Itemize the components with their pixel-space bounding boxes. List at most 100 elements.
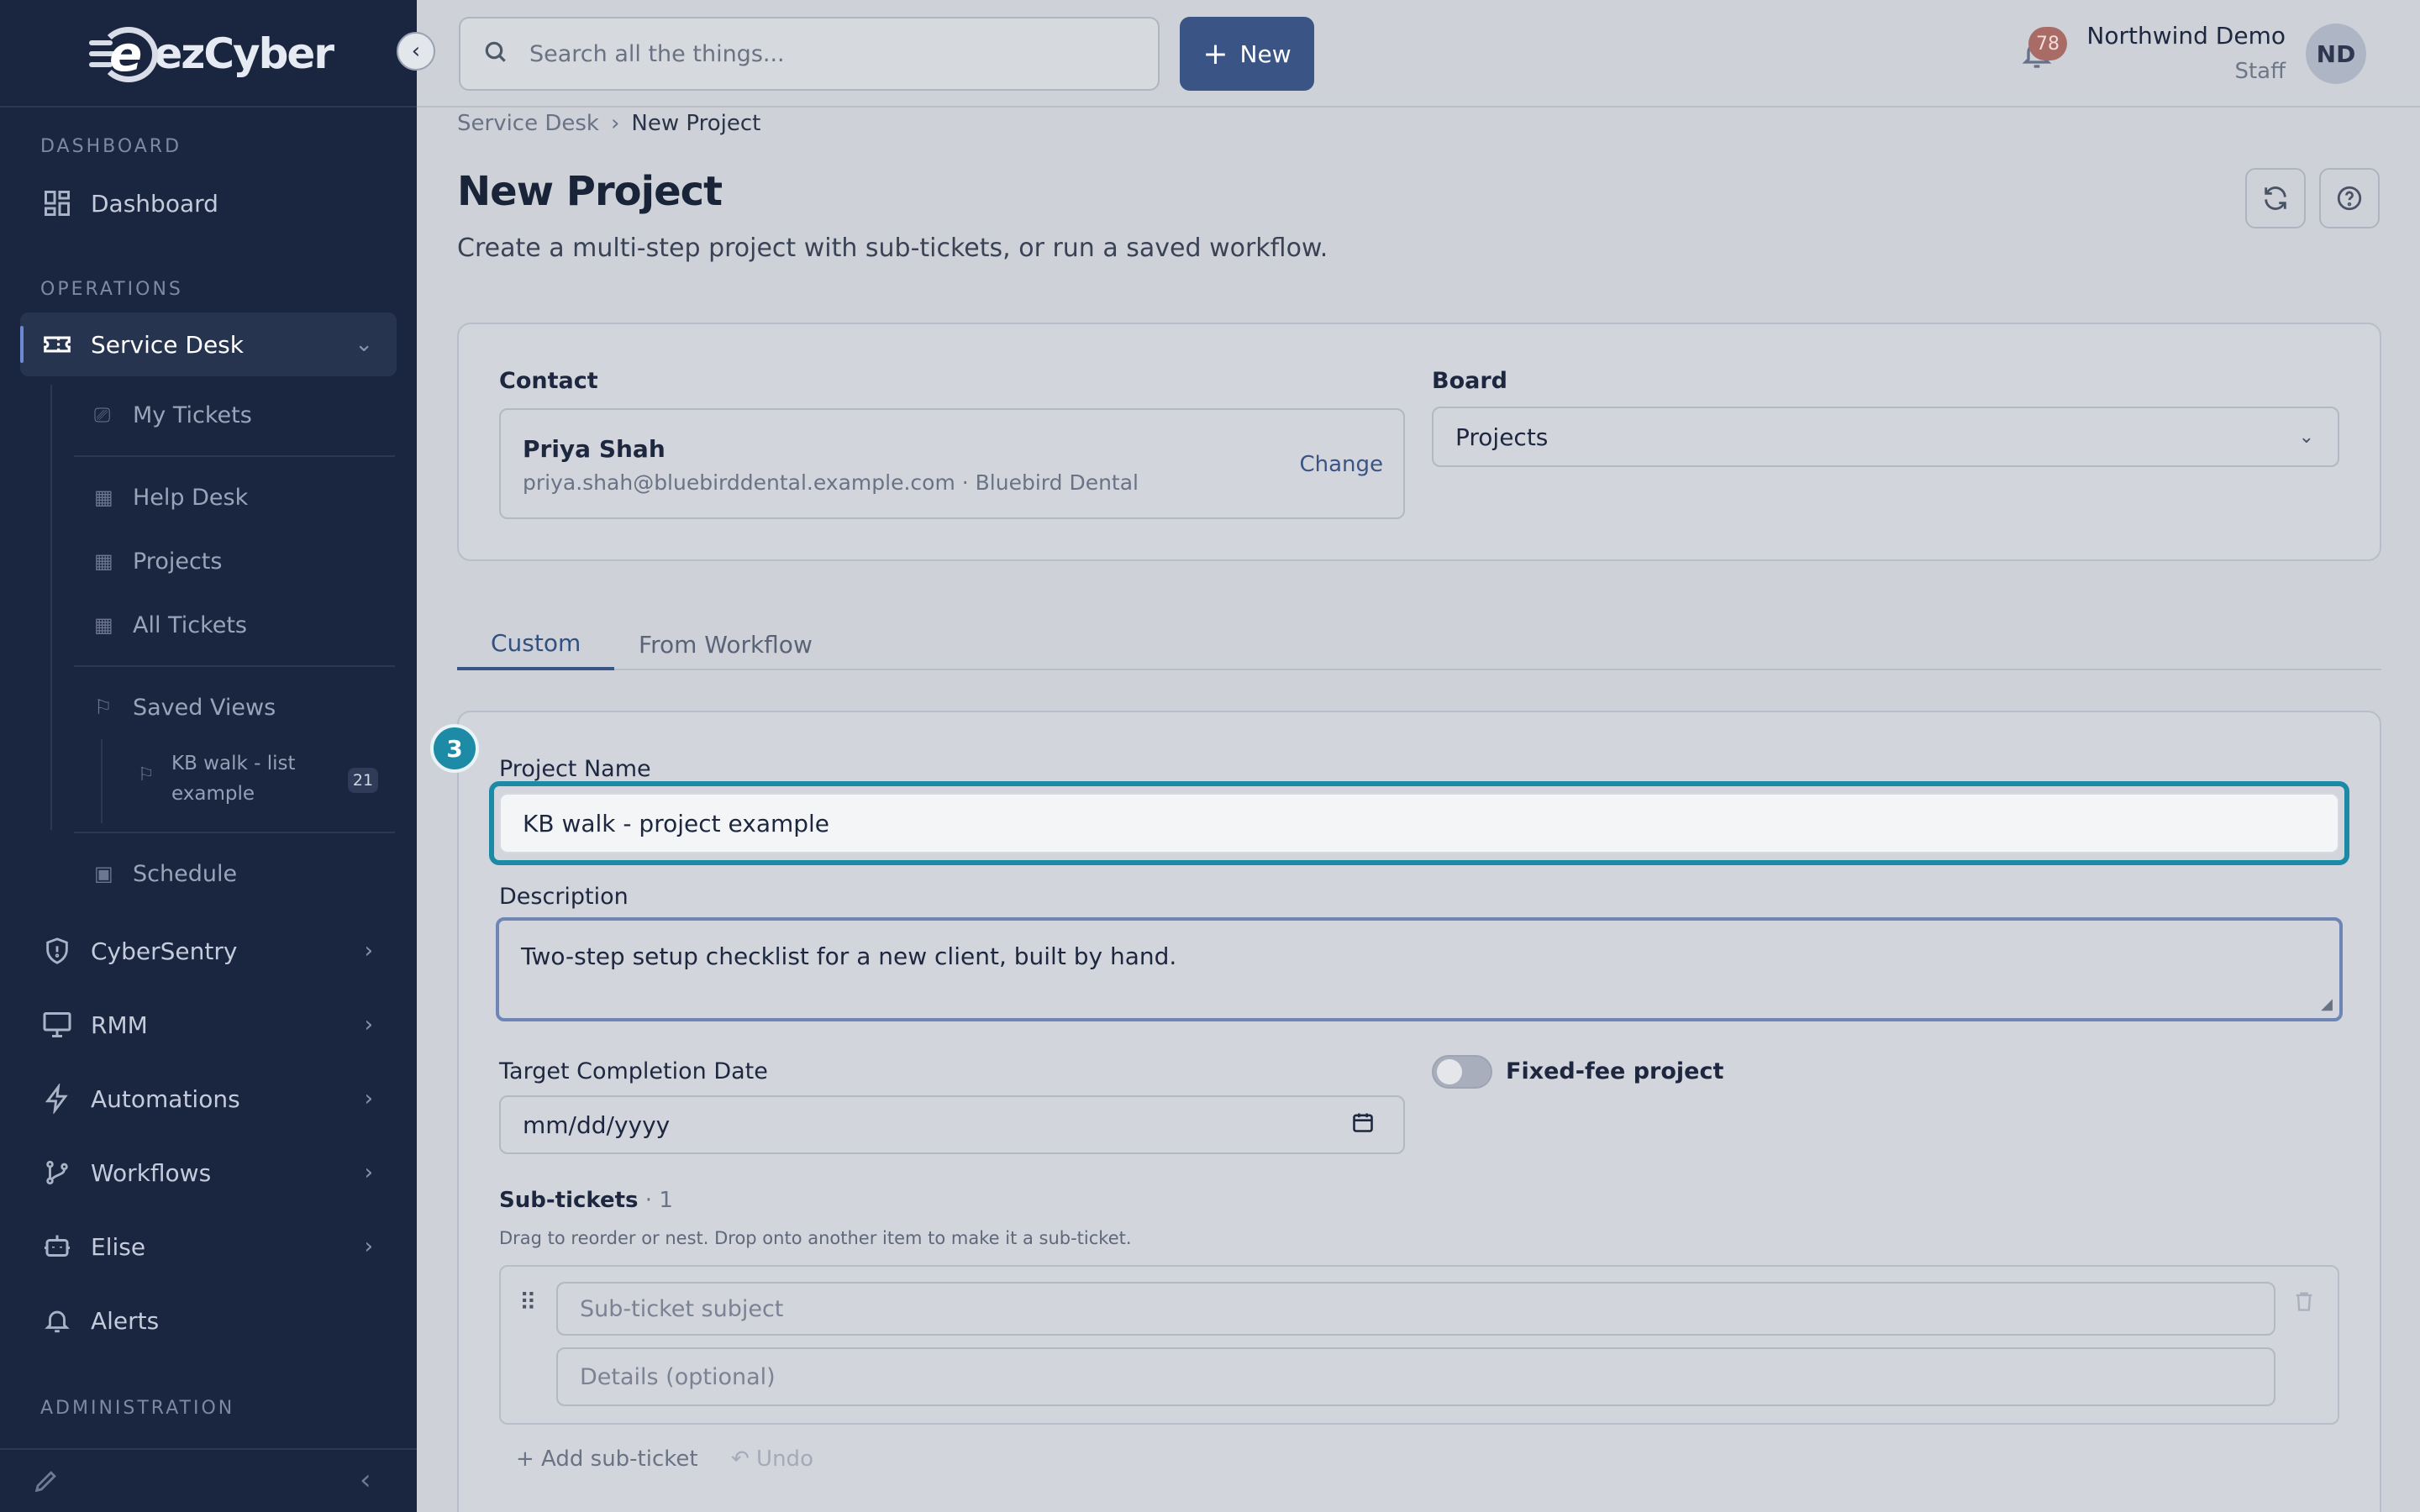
help-button[interactable]	[2319, 168, 2380, 228]
chevron-down-icon: ⌄	[355, 332, 373, 357]
plus-icon: +	[1202, 36, 1228, 71]
project-name-input[interactable]: KB walk - project example	[499, 793, 2339, 853]
bookmark-icon: ⚐	[94, 696, 113, 719]
board-selected-value: Projects	[1455, 423, 1549, 451]
sidebar-item-label: Workflows	[91, 1158, 212, 1187]
sidebar-item-rmm[interactable]: RMM ›	[20, 993, 397, 1057]
sidebar-item-service-desk[interactable]: Service Desk ⌄	[20, 312, 397, 376]
drag-handle-icon[interactable]: ⠿	[519, 1289, 537, 1316]
sidebar-item-label: Elise	[91, 1232, 146, 1261]
section-label-operations: OPERATIONS	[40, 279, 183, 300]
subtickets-count: · 1	[644, 1188, 673, 1213]
chevron-right-icon: ›	[364, 1160, 373, 1185]
subtickets-heading: Sub-tickets · 1	[499, 1188, 673, 1213]
subticket-details-input[interactable]: Details (optional)	[556, 1347, 2275, 1406]
grid-icon: ▦	[94, 486, 113, 509]
fixed-fee-toggle[interactable]	[1432, 1055, 1492, 1089]
trash-icon[interactable]	[2292, 1289, 2316, 1317]
sidebar-item-label: Schedule	[133, 860, 238, 887]
tab-custom[interactable]: Custom	[457, 618, 615, 670]
sidebar-item-workflows[interactable]: Workflows ›	[20, 1141, 397, 1205]
sidebar-item-alerts[interactable]: Alerts	[20, 1289, 397, 1352]
undo-button[interactable]: ↶ Undo	[731, 1446, 813, 1472]
breadcrumb-link-service-desk[interactable]: Service Desk	[457, 111, 599, 136]
contact-name: Priya Shah	[523, 435, 666, 463]
bell-icon	[40, 1304, 74, 1337]
logo-text: ezCyber	[154, 29, 334, 78]
calendar-icon[interactable]	[1351, 1110, 1375, 1140]
logo-mark-icon: e	[89, 24, 158, 84]
search-bar[interactable]	[459, 17, 1160, 91]
refresh-button[interactable]	[2245, 168, 2306, 228]
grid-icon: ▦	[94, 613, 113, 637]
resize-handle-icon[interactable]: ◢	[2321, 995, 2333, 1013]
description-label: Description	[499, 884, 629, 910]
add-subticket-button[interactable]: + Add sub-ticket	[516, 1446, 698, 1472]
section-label-administration: ADMINISTRATION	[40, 1398, 235, 1419]
collapse-sidebar-icon[interactable]: ‹	[360, 1463, 371, 1497]
divider	[74, 455, 395, 457]
sidebar-item-label: Automations	[91, 1084, 240, 1113]
description-textarea[interactable]: Two-step setup checklist for a new clien…	[496, 917, 2343, 1021]
grid-icon	[40, 186, 74, 220]
sidebar-item-all-tickets[interactable]: ▦ All Tickets	[74, 598, 393, 652]
sidebar-item-kb-walk[interactable]: ⚐ KB walk - list example 21	[134, 751, 387, 815]
target-date-input[interactable]: mm/dd/yyyy	[499, 1095, 1405, 1154]
change-contact-link[interactable]: Change	[1299, 452, 1383, 477]
chevron-right-icon: ›	[364, 938, 373, 963]
sidebar-item-label: Saved Views	[133, 694, 276, 721]
board-label: Board	[1432, 368, 1507, 394]
sidebar-item-label: Alerts	[91, 1306, 160, 1335]
collapse-sidebar-button[interactable]: ‹	[397, 32, 435, 71]
sidebar-item-automations[interactable]: Automations ›	[20, 1067, 397, 1131]
subticket-item: ⠿ Sub-ticket subject Details (optional)	[499, 1265, 2339, 1425]
project-name-label: Project Name	[499, 756, 651, 782]
top-bar: + New	[417, 0, 2420, 108]
sidebar-item-my-tickets[interactable]: ⎚ My Tickets	[74, 388, 393, 442]
contact-picker[interactable]: Priya Shah priya.shah@bluebirddental.exa…	[499, 408, 1405, 519]
tree-line	[50, 385, 52, 830]
grid-icon: ▦	[94, 549, 113, 573]
sidebar-item-label: Dashboard	[91, 189, 218, 218]
user-role: Staff	[2234, 59, 2286, 84]
target-date-label: Target Completion Date	[499, 1058, 768, 1084]
fixed-fee-label: Fixed-fee project	[1506, 1058, 1724, 1084]
toggle-knob	[1437, 1059, 1462, 1084]
ezcyber-logo[interactable]: e ezCyber	[89, 20, 334, 87]
subtickets-label: Sub-tickets	[499, 1188, 639, 1213]
subticket-subject-input[interactable]: Sub-ticket subject	[556, 1282, 2275, 1336]
search-input[interactable]	[529, 40, 1118, 67]
chevron-right-icon: ›	[364, 1012, 373, 1037]
ticket-icon: ⎚	[94, 403, 111, 427]
sidebar-item-projects[interactable]: ▦ Projects	[74, 534, 393, 588]
sidebar-item-label: Help Desk	[133, 484, 249, 511]
avatar[interactable]: ND	[2306, 24, 2366, 84]
sidebar-item-cybersentry[interactable]: CyberSentry ›	[20, 919, 397, 983]
sidebar-item-label: Projects	[133, 548, 223, 575]
chevron-right-icon: ›	[364, 1086, 373, 1111]
new-button[interactable]: + New	[1180, 17, 1314, 91]
tab-from-workflow[interactable]: From Workflow	[605, 618, 846, 670]
board-select[interactable]: Projects ⌄	[1432, 407, 2339, 467]
sidebar-item-dashboard[interactable]: Dashboard	[20, 171, 397, 235]
sidebar-item-schedule[interactable]: ▣ Schedule	[74, 847, 393, 900]
sidebar-footer: ‹	[0, 1448, 417, 1512]
subtickets-hint: Drag to reorder or nest. Drop onto anoth…	[499, 1228, 1132, 1248]
saved-view-label: KB walk - list	[171, 753, 296, 774]
chevron-down-icon: ⌄	[2298, 426, 2314, 448]
sidebar-item-label: Service Desk	[91, 330, 244, 359]
edit-icon[interactable]	[32, 1467, 60, 1499]
sidebar-item-elise[interactable]: Elise ›	[20, 1215, 397, 1278]
sidebar-item-help-desk[interactable]: ▦ Help Desk	[74, 470, 393, 524]
chevron-right-icon: ›	[610, 111, 620, 136]
divider	[74, 665, 395, 667]
divider	[74, 832, 395, 833]
sidebar-item-saved-views[interactable]: ⚐ Saved Views	[74, 680, 393, 734]
user-name: Northwind Demo	[2086, 22, 2286, 50]
tree-line	[101, 739, 103, 823]
page-subtitle: Create a multi-step project with sub-tic…	[457, 234, 1328, 263]
saved-view-label-cont: example	[171, 783, 255, 805]
bookmark-icon: ⚐	[138, 764, 155, 785]
search-icon	[482, 39, 509, 69]
bolt-icon	[40, 1082, 74, 1116]
